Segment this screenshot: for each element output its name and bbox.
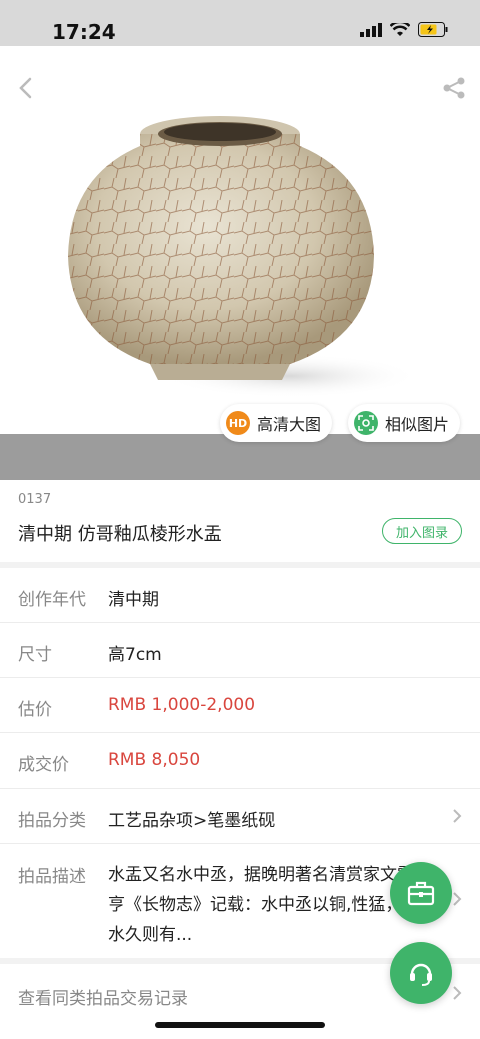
- row-label: 成交价: [18, 755, 69, 775]
- detail-row-size: 尺寸 高7cm: [0, 623, 480, 678]
- share-icon[interactable]: [440, 74, 468, 102]
- row-label: 拍品描述: [18, 867, 86, 887]
- estimate-value: RMB 1,000-2,000: [108, 695, 256, 715]
- lot-image[interactable]: HD 高清大图 相似图片: [0, 46, 480, 480]
- status-time: 17:24: [52, 20, 116, 44]
- customer-service-button[interactable]: [390, 942, 452, 1004]
- chevron-right-icon: [453, 809, 462, 823]
- image-search-icon: [354, 411, 378, 435]
- battery-icon: [418, 22, 448, 37]
- row-label: 拍品分类: [18, 811, 86, 831]
- chevron-right-icon: [453, 892, 462, 906]
- similar-transactions-label: 查看同类拍品交易记录: [18, 989, 188, 1009]
- detail-row-hammer-price: 成交价 RMB 8,050: [0, 733, 480, 789]
- signal-icon: [360, 22, 382, 37]
- hammer-price-value: RMB 8,050: [108, 750, 201, 770]
- chevron-right-icon: [453, 986, 462, 1000]
- toolbox-button[interactable]: [390, 862, 452, 924]
- row-value: 高7cm: [108, 645, 162, 665]
- lot-title: 清中期 仿哥釉瓜棱形水盂: [18, 524, 222, 545]
- lot-number: 0137: [18, 492, 52, 507]
- hd-image-label: 高清大图: [257, 415, 322, 434]
- category-link[interactable]: 工艺品杂项>笔墨纸砚: [108, 806, 275, 831]
- similar-images-label: 相似图片: [385, 415, 450, 434]
- vase-image: [68, 116, 420, 398]
- home-indicator: [155, 1022, 325, 1028]
- row-label: 尺寸: [18, 645, 52, 665]
- headset-icon: [410, 963, 432, 986]
- status-icons: [360, 22, 448, 37]
- hd-icon: HD: [226, 411, 250, 435]
- row-value: 清中期: [108, 590, 159, 610]
- briefcase-icon: [407, 881, 435, 906]
- similar-images-button[interactable]: 相似图片: [348, 404, 460, 442]
- add-to-catalog-button[interactable]: 加入图录: [382, 518, 462, 544]
- back-icon[interactable]: [12, 74, 40, 102]
- description-text: 水盂又名水中丞，据晚明著名清赏家文震亨《长物志》记载：水中丞以铜,性猛，贮水久则…: [108, 865, 420, 945]
- detail-row-estimate: 估价 RMB 1,000-2,000: [0, 678, 480, 733]
- detail-row-category[interactable]: 拍品分类 工艺品杂项>笔墨纸砚: [0, 789, 480, 844]
- status-bar: 17:24: [0, 0, 480, 46]
- wifi-icon: [390, 22, 410, 36]
- row-label: 估价: [18, 700, 52, 720]
- row-label: 创作年代: [18, 590, 86, 610]
- hd-image-button[interactable]: HD 高清大图: [220, 404, 332, 442]
- detail-row-era: 创作年代 清中期: [0, 568, 480, 623]
